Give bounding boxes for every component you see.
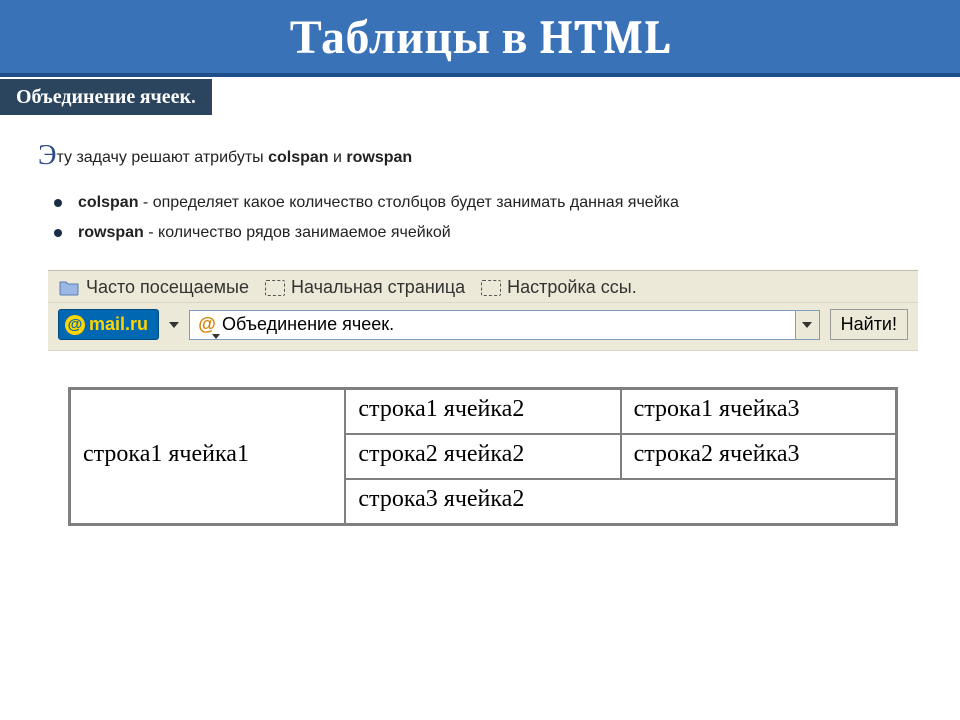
definition-list: colspan - определяет какое количество ст… [38,194,922,242]
bookmark-homepage[interactable]: Начальная страница [265,277,465,298]
mailru-logo[interactable]: @mail.ru [58,309,159,340]
intro-prefix: ту задачу решают атрибуты [56,149,268,166]
find-button[interactable]: Найти! [830,309,908,340]
table-row: строка1 ячейка1 строка1 ячейка2 строка1 … [70,389,897,435]
folder-icon [58,279,80,297]
chevron-down-icon [802,322,812,328]
slide-title: Таблицы в HTML [0,10,960,65]
search-field-wrap: @ [189,310,820,340]
search-dropdown[interactable] [795,311,819,339]
at-icon: @ [65,315,85,335]
intro-joiner: и [329,149,347,166]
page-icon [481,280,501,296]
search-input[interactable] [222,314,795,335]
nav-bar: @mail.ru @ Найти! [48,303,918,350]
bookmark-frequent[interactable]: Часто посещаемые [58,277,249,298]
def-colspan: colspan - определяет какое количество ст… [60,194,922,212]
def-desc: - определяет какое количество столбцов б… [138,194,678,211]
bookmark-settings[interactable]: Настройка ссы. [481,277,637,298]
intro-attr2: rowspan [346,149,412,166]
cell-r1c3: строка1 ячейка3 [621,389,897,435]
cell-r3c2: строка3 ячейка2 [345,479,896,525]
page-icon [265,280,285,296]
page-body: строка1 ячейка1 строка1 ячейка2 строка1 … [48,350,918,546]
def-rowspan: rowspan - количество рядов занимаемое яч… [60,224,922,242]
search-at-icon: @ [196,314,218,336]
cell-r1c1: строка1 ячейка1 [70,389,346,525]
bookmark-label: Настройка ссы. [507,277,637,298]
slide-subtitle: Объединение ячеек. [0,79,212,115]
intro-dropcap: Э [38,139,56,171]
intro-attr1: colspan [268,149,328,166]
bookmarks-bar: Часто посещаемые Начальная страница Наст… [48,271,918,303]
bookmark-label: Начальная страница [291,277,465,298]
def-desc: - количество рядов занимаемое ячейкой [144,224,451,241]
intro-text: Эту задачу решают атрибуты colspan и row… [38,139,922,172]
def-term: colspan [78,194,138,211]
slide-header: Таблицы в HTML [0,0,960,77]
mailru-text: mail.ru [89,314,148,335]
content-area: Эту задачу решают атрибуты colspan и row… [0,115,960,546]
cell-r2c3: строка2 ячейка3 [621,434,897,479]
browser-chrome: Часто посещаемые Начальная страница Наст… [48,270,918,546]
cell-r1c2: строка1 ячейка2 [345,389,620,435]
cell-r2c2: строка2 ячейка2 [345,434,620,479]
def-term: rowspan [78,224,144,241]
engine-dropdown-icon[interactable] [169,322,179,328]
bookmark-label: Часто посещаемые [86,277,249,298]
example-table: строка1 ячейка1 строка1 ячейка2 строка1 … [68,387,898,526]
